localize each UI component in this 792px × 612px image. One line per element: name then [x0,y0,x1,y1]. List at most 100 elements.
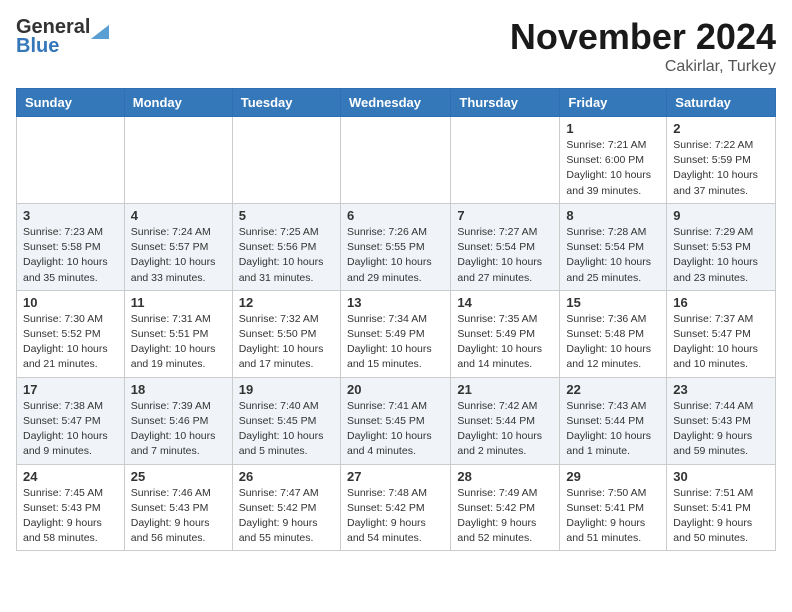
day-info: Sunrise: 7:24 AM Sunset: 5:57 PM Dayligh… [131,225,226,286]
day-info: Sunrise: 7:49 AM Sunset: 5:42 PM Dayligh… [457,486,553,547]
calendar-cell: 22Sunrise: 7:43 AM Sunset: 5:44 PM Dayli… [560,377,667,464]
day-number: 12 [239,295,334,310]
day-info: Sunrise: 7:25 AM Sunset: 5:56 PM Dayligh… [239,225,334,286]
calendar-cell: 21Sunrise: 7:42 AM Sunset: 5:44 PM Dayli… [451,377,560,464]
calendar-cell: 14 Sunrise: 7:35 AM Sunset: 5:49 PM Dayli… [451,290,560,377]
day-info: Sunrise: 7:28 AM Sunset: 5:54 PM Dayligh… [566,225,660,286]
day-info: Sunrise: 7:32 AM Sunset: 5:50 PM Dayligh… [239,312,334,373]
day-info: Sunrise: 7:46 AM Sunset: 5:43 PM Dayligh… [131,486,226,547]
day-number: 23 [673,382,769,397]
day-info: Sunrise: 7:41 AM Sunset: 5:45 PM Dayligh… [347,399,444,460]
day-number: 18 [131,382,226,397]
day-info: Sunrise: 7:34 AM Sunset: 5:49 PM Dayligh… [347,312,444,373]
day-number: 13 [347,295,444,310]
day-info: Sunrise: 7:39 AM Sunset: 5:46 PM Dayligh… [131,399,226,460]
calendar-cell: 11 Sunrise: 7:31 AM Sunset: 5:51 PM Dayli… [124,290,232,377]
title-area: November 2024 Cakirlar, Turkey [510,16,776,76]
day-info: Sunrise: 7:21 AM Sunset: 6:00 PM Dayligh… [566,138,660,199]
day-number: 1 [566,121,660,136]
calendar-cell [17,117,125,204]
calendar-cell: 19 Sunrise: 7:40 AM Sunset: 5:45 PM Dayli… [232,377,340,464]
day-info: Sunrise: 7:43 AM Sunset: 5:44 PM Dayligh… [566,399,660,460]
day-number: 2 [673,121,769,136]
calendar-week-1: 1 Sunrise: 7:21 AM Sunset: 6:00 PM Daylig… [17,117,776,204]
day-number: 6 [347,208,444,223]
calendar-cell [340,117,450,204]
calendar-cell: 27 Sunrise: 7:48 AM Sunset: 5:42 PM Dayli… [340,464,450,551]
calendar-cell: 28 Sunrise: 7:49 AM Sunset: 5:42 PM Dayli… [451,464,560,551]
day-number: 28 [457,469,553,484]
month-title: November 2024 [510,16,776,58]
calendar-cell: 10Sunrise: 7:30 AM Sunset: 5:52 PM Dayli… [17,290,125,377]
calendar-cell: 2 Sunrise: 7:22 AM Sunset: 5:59 PM Daylig… [667,117,776,204]
day-info: Sunrise: 7:26 AM Sunset: 5:55 PM Dayligh… [347,225,444,286]
day-number: 10 [23,295,118,310]
calendar-cell: 18 Sunrise: 7:39 AM Sunset: 5:46 PM Dayli… [124,377,232,464]
day-number: 4 [131,208,226,223]
calendar-table: SundayMondayTuesdayWednesdayThursdayFrid… [16,88,776,551]
calendar-cell: 8 Sunrise: 7:28 AM Sunset: 5:54 PM Daylig… [560,203,667,290]
day-number: 5 [239,208,334,223]
day-number: 7 [457,208,553,223]
day-header-thursday: Thursday [451,89,560,117]
calendar-cell: 29 Sunrise: 7:50 AM Sunset: 5:41 PM Dayli… [560,464,667,551]
calendar-cell: 15 Sunrise: 7:36 AM Sunset: 5:48 PM Dayli… [560,290,667,377]
location: Cakirlar, Turkey [510,58,776,76]
day-info: Sunrise: 7:31 AM Sunset: 5:51 PM Dayligh… [131,312,226,373]
day-number: 19 [239,382,334,397]
calendar-cell: 4 Sunrise: 7:24 AM Sunset: 5:57 PM Daylig… [124,203,232,290]
day-info: Sunrise: 7:40 AM Sunset: 5:45 PM Dayligh… [239,399,334,460]
day-info: Sunrise: 7:51 AM Sunset: 5:41 PM Dayligh… [673,486,769,547]
day-info: Sunrise: 7:27 AM Sunset: 5:54 PM Dayligh… [457,225,553,286]
day-number: 3 [23,208,118,223]
day-number: 16 [673,295,769,310]
calendar-cell [124,117,232,204]
day-header-wednesday: Wednesday [340,89,450,117]
logo-bird-icon [91,17,109,39]
day-info: Sunrise: 7:23 AM Sunset: 5:58 PM Dayligh… [23,225,118,286]
day-info: Sunrise: 7:35 AM Sunset: 5:49 PM Dayligh… [457,312,553,373]
calendar-cell: 12 Sunrise: 7:32 AM Sunset: 5:50 PM Dayli… [232,290,340,377]
calendar-cell: 6 Sunrise: 7:26 AM Sunset: 5:55 PM Daylig… [340,203,450,290]
day-info: Sunrise: 7:44 AM Sunset: 5:43 PM Dayligh… [673,399,769,460]
day-info: Sunrise: 7:29 AM Sunset: 5:53 PM Dayligh… [673,225,769,286]
day-info: Sunrise: 7:48 AM Sunset: 5:42 PM Dayligh… [347,486,444,547]
day-header-monday: Monday [124,89,232,117]
page-header: General Blue November 2024 Cakirlar, Tur… [16,16,776,76]
day-number: 15 [566,295,660,310]
day-number: 25 [131,469,226,484]
calendar-cell: 7 Sunrise: 7:27 AM Sunset: 5:54 PM Daylig… [451,203,560,290]
day-number: 26 [239,469,334,484]
day-info: Sunrise: 7:50 AM Sunset: 5:41 PM Dayligh… [566,486,660,547]
calendar-cell: 24 Sunrise: 7:45 AM Sunset: 5:43 PM Dayli… [17,464,125,551]
calendar-cell [451,117,560,204]
calendar-cell: 25 Sunrise: 7:46 AM Sunset: 5:43 PM Dayli… [124,464,232,551]
logo: General Blue [16,16,110,58]
calendar-week-2: 3 Sunrise: 7:23 AM Sunset: 5:58 PM Daylig… [17,203,776,290]
day-number: 24 [23,469,118,484]
calendar-week-4: 17 Sunrise: 7:38 AM Sunset: 5:47 PM Dayli… [17,377,776,464]
day-number: 29 [566,469,660,484]
day-number: 20 [347,382,444,397]
day-info: Sunrise: 7:37 AM Sunset: 5:47 PM Dayligh… [673,312,769,373]
day-number: 14 [457,295,553,310]
calendar-cell: 30Sunrise: 7:51 AM Sunset: 5:41 PM Dayli… [667,464,776,551]
calendar-week-5: 24 Sunrise: 7:45 AM Sunset: 5:43 PM Dayli… [17,464,776,551]
day-number: 11 [131,295,226,310]
day-number: 27 [347,469,444,484]
calendar-cell: 23 Sunrise: 7:44 AM Sunset: 5:43 PM Dayli… [667,377,776,464]
calendar-cell: 17 Sunrise: 7:38 AM Sunset: 5:47 PM Dayli… [17,377,125,464]
day-header-sunday: Sunday [17,89,125,117]
day-number: 17 [23,382,118,397]
calendar-week-3: 10Sunrise: 7:30 AM Sunset: 5:52 PM Dayli… [17,290,776,377]
day-number: 8 [566,208,660,223]
calendar-cell: 16 Sunrise: 7:37 AM Sunset: 5:47 PM Dayli… [667,290,776,377]
day-info: Sunrise: 7:38 AM Sunset: 5:47 PM Dayligh… [23,399,118,460]
calendar-cell: 13 Sunrise: 7:34 AM Sunset: 5:49 PM Dayli… [340,290,450,377]
day-info: Sunrise: 7:22 AM Sunset: 5:59 PM Dayligh… [673,138,769,199]
day-info: Sunrise: 7:36 AM Sunset: 5:48 PM Dayligh… [566,312,660,373]
day-header-tuesday: Tuesday [232,89,340,117]
calendar-cell: 26Sunrise: 7:47 AM Sunset: 5:42 PM Dayli… [232,464,340,551]
day-info: Sunrise: 7:45 AM Sunset: 5:43 PM Dayligh… [23,486,118,547]
calendar-cell: 20 Sunrise: 7:41 AM Sunset: 5:45 PM Dayli… [340,377,450,464]
